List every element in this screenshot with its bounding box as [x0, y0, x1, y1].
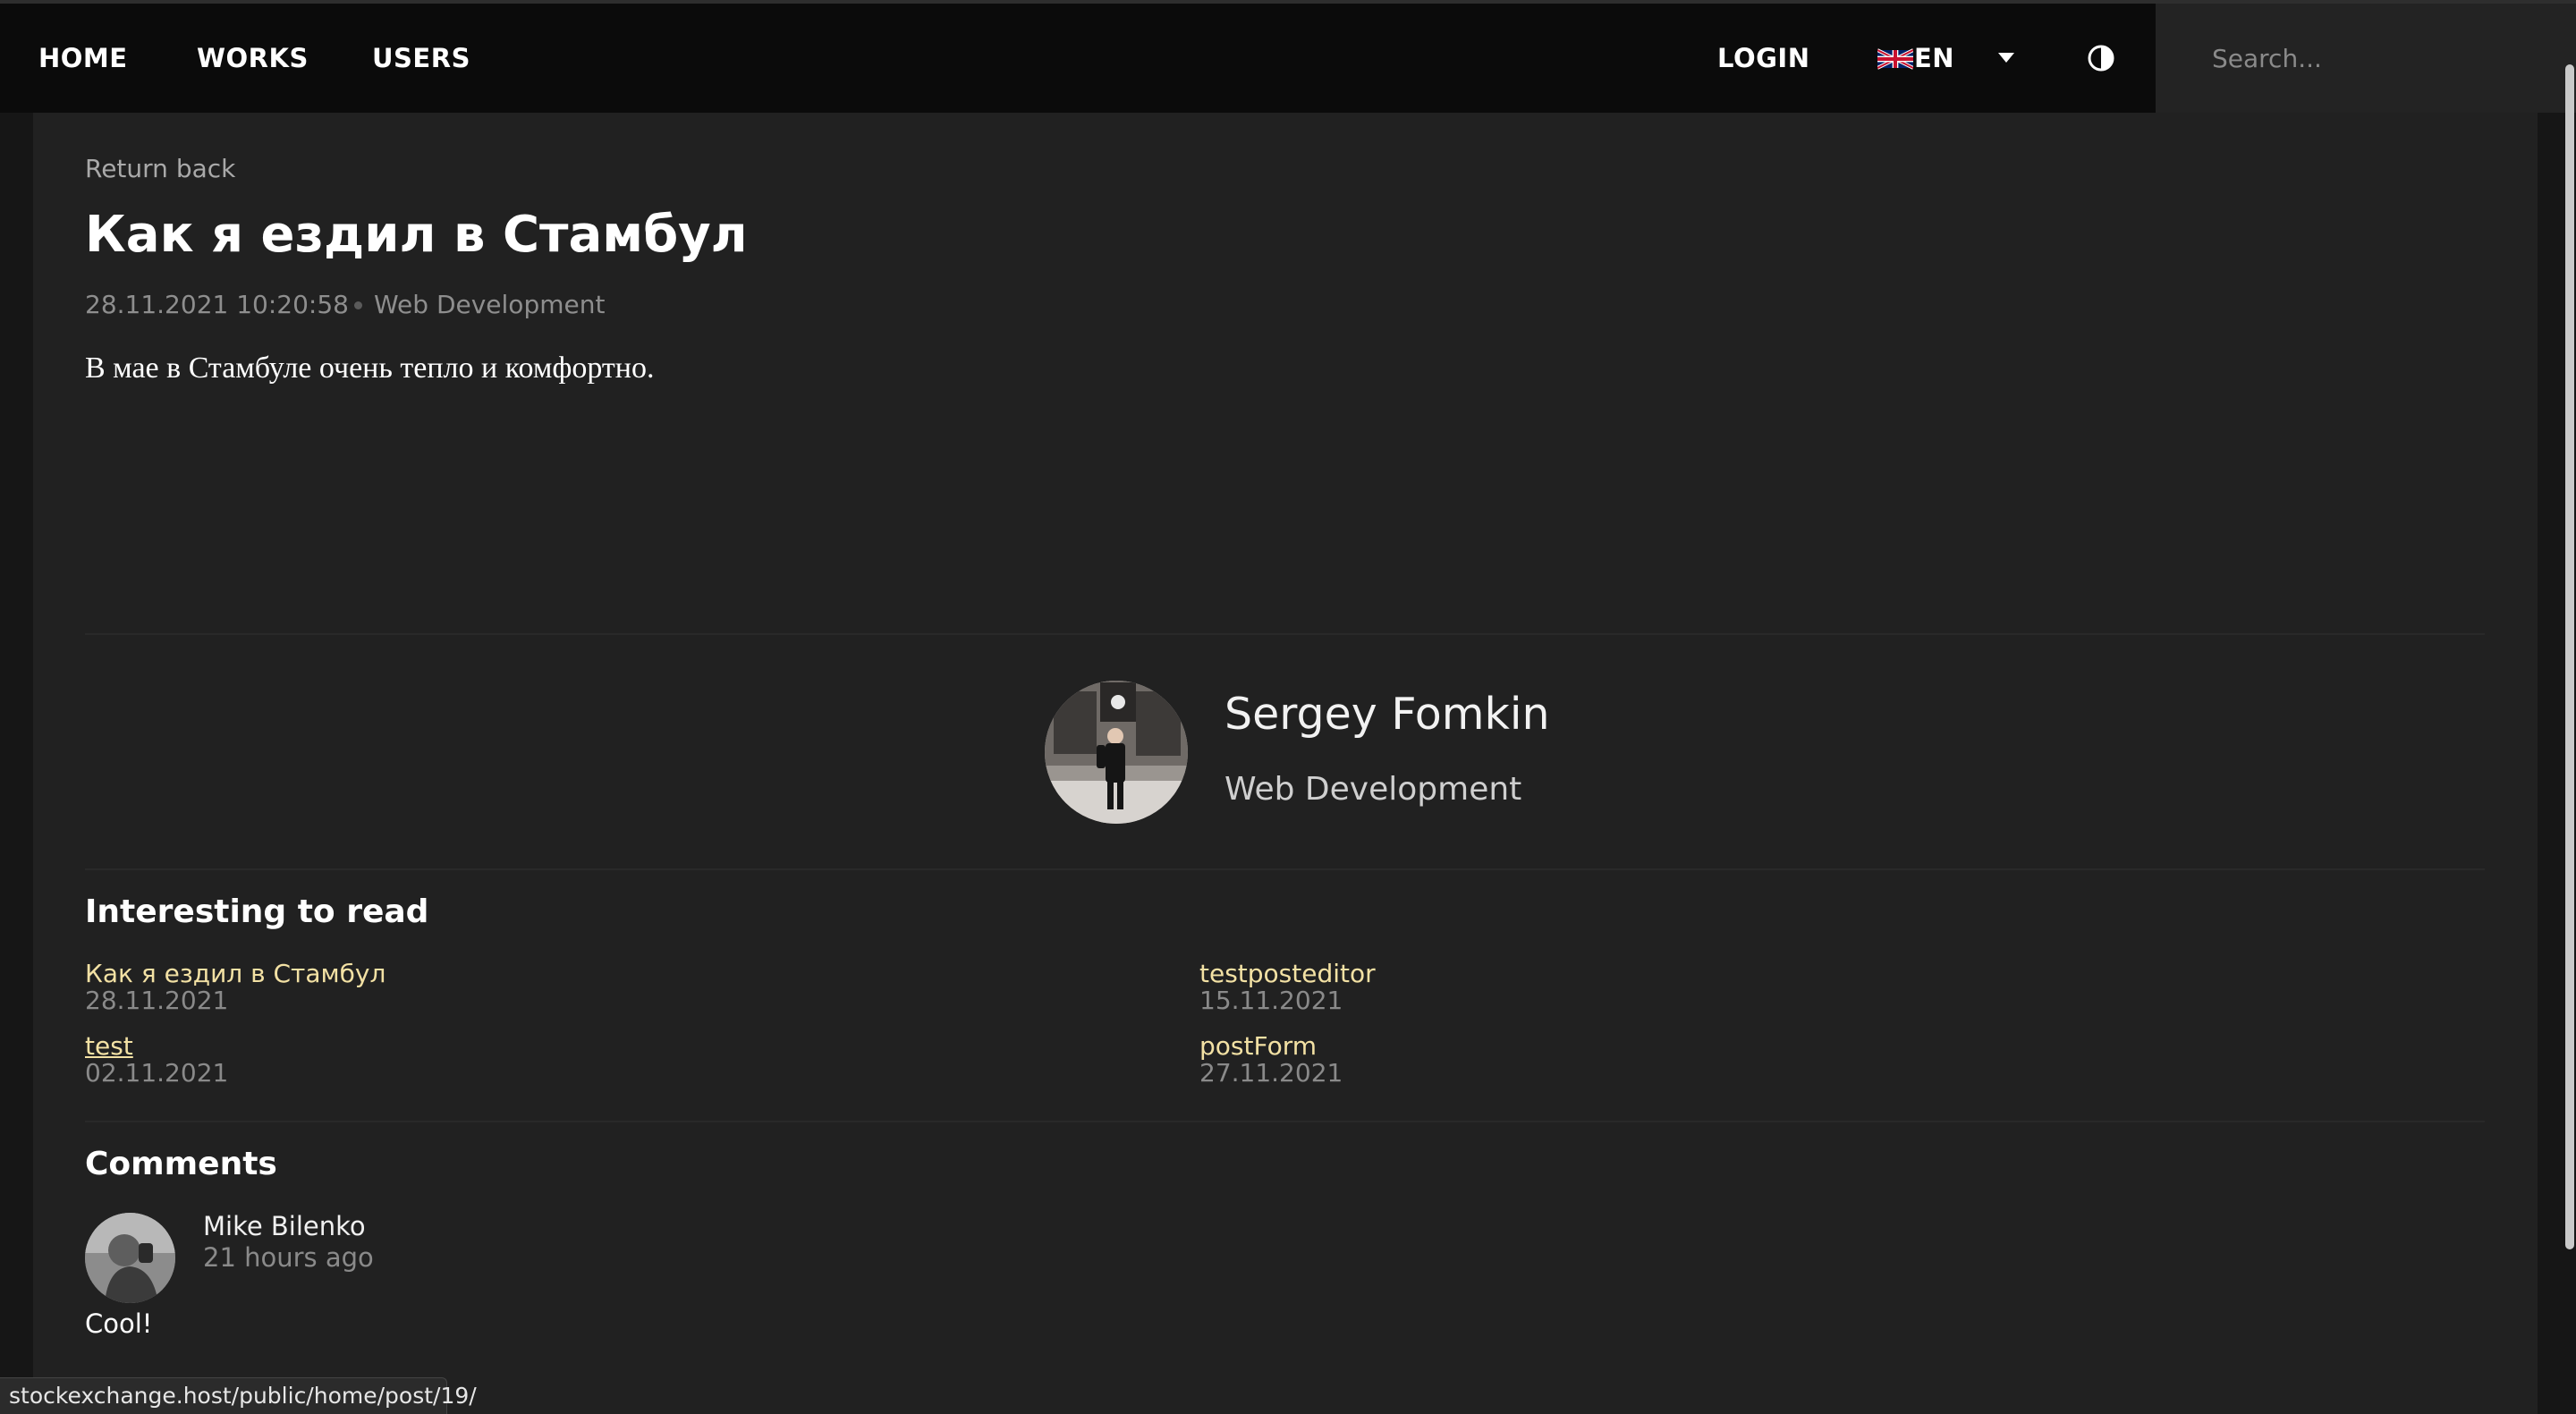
nav-users-link[interactable]: USERS: [372, 4, 470, 113]
caret-down-icon[interactable]: [1998, 53, 2014, 63]
divider: [85, 633, 2485, 635]
comment-timestamp: 21 hours ago: [203, 1242, 374, 1273]
interesting-item-link[interactable]: test: [85, 1031, 133, 1061]
search-box: [2156, 4, 2576, 113]
interesting-item-link[interactable]: Как я ездил в Стамбул: [85, 959, 386, 988]
interesting-title: Interesting to read: [85, 893, 429, 930]
divider: [85, 1121, 2485, 1122]
divider: [85, 868, 2485, 870]
top-navbar: HOME WORKS USERS LOGIN EN: [0, 4, 2576, 113]
interesting-item-date: 28.11.2021: [85, 986, 229, 1015]
nav-works-link[interactable]: WORKS: [197, 4, 309, 113]
author-name[interactable]: Sergey Fomkin: [1224, 689, 1550, 740]
language-selector[interactable]: EN: [1914, 4, 1954, 113]
interesting-item-link[interactable]: testposteditor: [1199, 959, 1376, 988]
meta-separator-dot: [354, 301, 362, 309]
left-page-margin: [0, 113, 33, 1414]
post-datetime: 28.11.2021 10:20:58: [85, 290, 349, 319]
browser-status-url: stockexchange.host/public/home/post/19/: [0, 1377, 477, 1414]
author-role: Web Development: [1224, 771, 1522, 808]
post-body: В мае в Стамбуле очень тепло и комфортно…: [85, 351, 655, 385]
post-card: Return back Как я ездил в Стамбул 28.11.…: [33, 113, 2538, 1414]
contrast-icon[interactable]: [2087, 44, 2115, 72]
author-avatar[interactable]: [1045, 681, 1188, 824]
comment-text: Cool!: [85, 1308, 153, 1339]
post-title: Как я ездил в Стамбул: [85, 206, 748, 264]
return-back-link[interactable]: Return back: [85, 154, 235, 183]
interesting-item-date: 15.11.2021: [1199, 986, 1343, 1015]
page-scrollbar[interactable]: [2565, 64, 2574, 1249]
commenter-avatar[interactable]: [85, 1213, 175, 1303]
post-category-link[interactable]: Web Development: [374, 290, 605, 319]
nav-home-link[interactable]: HOME: [38, 4, 128, 113]
search-input[interactable]: [2156, 4, 2576, 113]
interesting-item-link[interactable]: postForm: [1199, 1031, 1317, 1061]
interesting-item-date: 27.11.2021: [1199, 1058, 1343, 1088]
comments-title: Comments: [85, 1146, 277, 1182]
uk-flag-icon[interactable]: [1877, 46, 1913, 72]
comment-author[interactable]: Mike Bilenko: [203, 1211, 366, 1241]
interesting-item-date: 02.11.2021: [85, 1058, 229, 1088]
login-link[interactable]: LOGIN: [1717, 4, 1809, 113]
